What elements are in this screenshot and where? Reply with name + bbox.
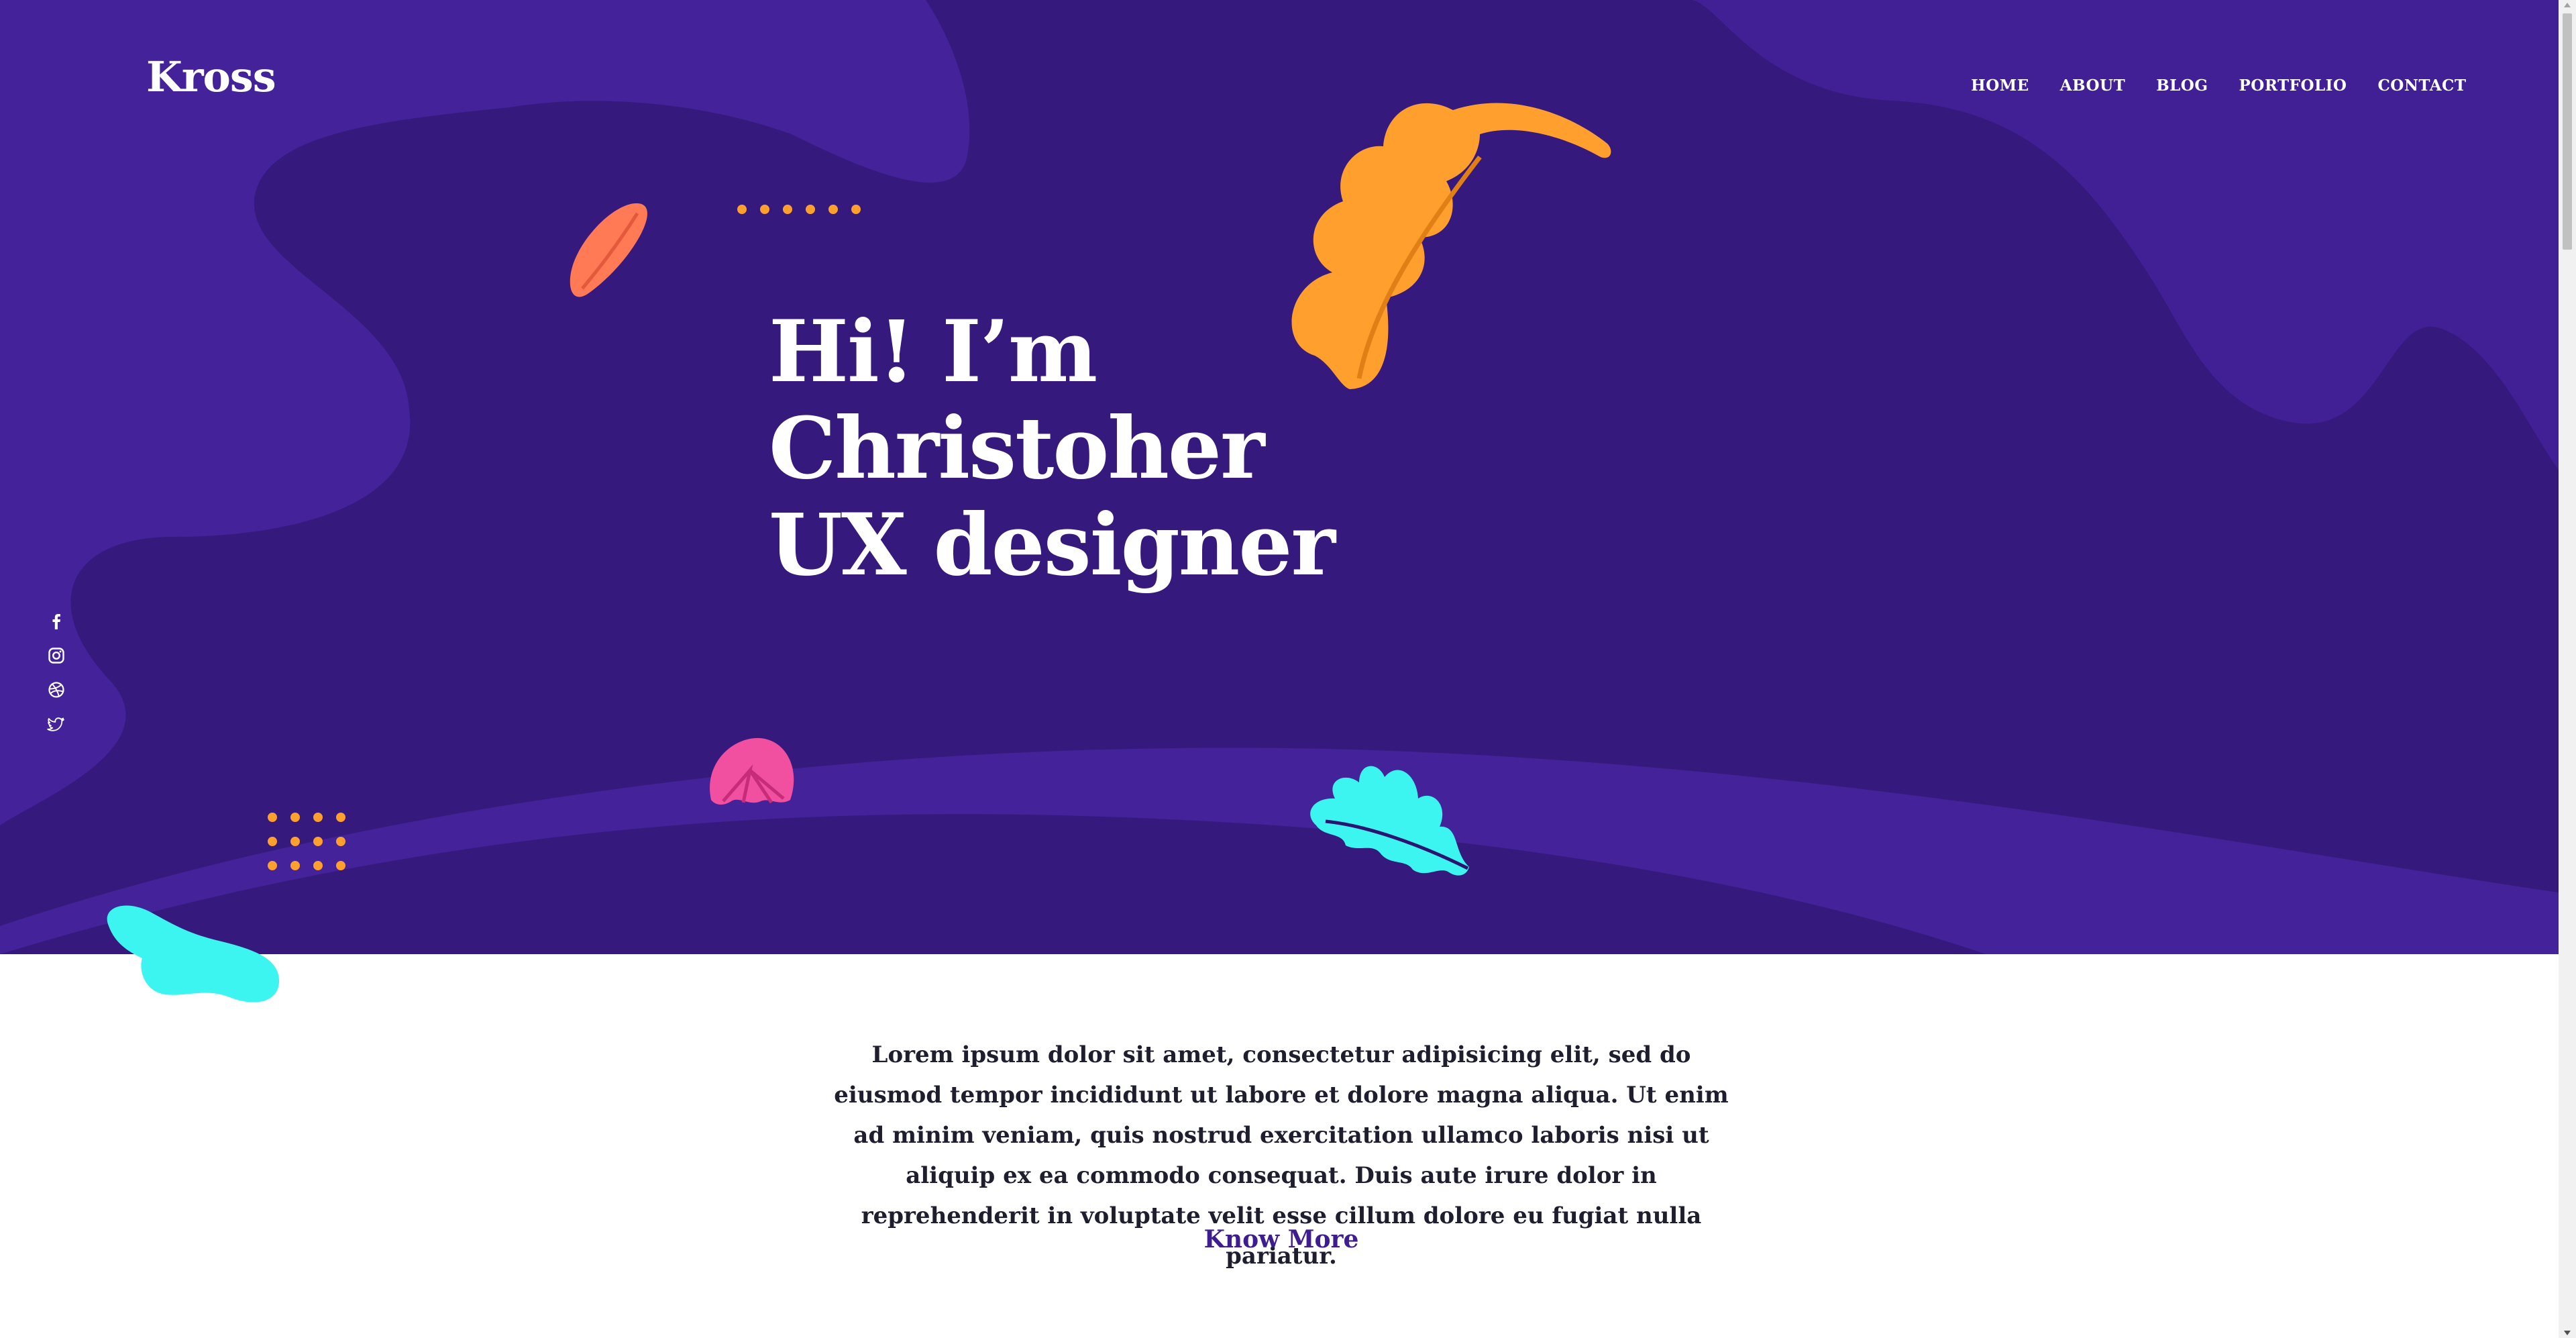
nav-item-contact[interactable]: CONTACT <box>2377 72 2466 99</box>
know-more-link[interactable]: Know More <box>1140 1225 1422 1253</box>
cyan-oak-leaf-decoration <box>1310 766 1469 876</box>
facebook-icon[interactable] <box>47 612 66 631</box>
instagram-icon[interactable] <box>47 646 66 665</box>
dribbble-icon[interactable] <box>47 680 66 699</box>
nav-item-home[interactable]: HOME <box>1971 72 2029 99</box>
site-logo[interactable]: Kross <box>146 52 276 101</box>
coral-leaf-decoration <box>570 203 647 297</box>
orange-leaf-decoration <box>1291 103 1611 389</box>
headline-line-2: Christoher <box>769 399 1265 498</box>
scrollbar-thumb[interactable] <box>2563 13 2572 250</box>
scroll-down-arrow-icon[interactable] <box>2564 1331 2571 1335</box>
nav-item-about[interactable]: ABOUT <box>2060 72 2125 99</box>
social-links <box>47 612 66 749</box>
vertical-scrollbar[interactable] <box>2559 0 2576 1338</box>
main-nav: HOME ABOUT BLOG PORTFOLIO CONTACT <box>1971 72 2466 99</box>
scroll-up-arrow-icon[interactable] <box>2564 3 2571 7</box>
pink-shell-decoration <box>710 737 794 805</box>
orange-dot-row <box>737 205 861 214</box>
hero-section: Kross HOME ABOUT BLOG PORTFOLIO CONTACT … <box>0 0 2559 954</box>
orange-dot-grid <box>268 813 345 870</box>
cyan-blob-decoration <box>107 905 280 1002</box>
headline-line-3: UX designer <box>769 495 1336 595</box>
twitter-icon[interactable] <box>47 715 66 733</box>
nav-item-portfolio[interactable]: PORTFOLIO <box>2239 72 2347 99</box>
nav-item-blog[interactable]: BLOG <box>2156 72 2208 99</box>
